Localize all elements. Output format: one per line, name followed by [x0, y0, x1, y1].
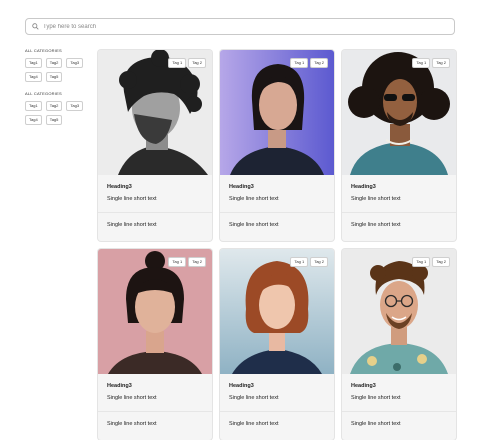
card-tag[interactable]: Tag 2 [188, 257, 206, 267]
category-tag[interactable]: Tag3 [66, 58, 84, 68]
card-heading: Heading3 [107, 184, 132, 190]
card-tag[interactable]: Tag 2 [432, 58, 450, 68]
profile-card[interactable]: Tag 1 Tag 2 Heading3 Single line short t… [342, 249, 456, 440]
category-tag[interactable]: Tag5 [45, 72, 63, 82]
category-sidebar: ALL CATEGORIES Tag1 Tag2 Tag3 Tag4 Tag5 … [25, 48, 87, 134]
card-photo: Tag 1 Tag 2 [342, 50, 456, 175]
profile-card[interactable]: Tag 1 Tag 2 Heading3 Single line short t… [98, 50, 212, 241]
category-group: ALL CATEGORIES Tag1 Tag2 Tag3 Tag4 Tag5 [25, 48, 87, 82]
card-grid: Tag 1 Tag 2 Heading3 Single line short t… [98, 50, 456, 440]
card-text: Single line short text [229, 421, 279, 427]
category-tag[interactable]: Tag5 [45, 115, 63, 125]
card-divider [342, 411, 456, 412]
category-title: ALL CATEGORIES [25, 48, 62, 53]
card-text: Single line short text [351, 222, 401, 228]
card-divider [342, 212, 456, 213]
card-photo: Tag 1 Tag 2 [342, 249, 456, 374]
category-tag[interactable]: Tag3 [66, 101, 84, 111]
card-heading: Heading3 [351, 184, 376, 190]
card-photo: Tag 1 Tag 2 [98, 249, 212, 374]
search-bar[interactable] [25, 18, 455, 35]
card-divider [220, 411, 334, 412]
card-heading: Heading3 [229, 184, 254, 190]
profile-card[interactable]: Tag 1 Tag 2 Heading3 Single line short t… [220, 249, 334, 440]
card-tag[interactable]: Tag 1 [290, 58, 309, 68]
category-tag[interactable]: Tag1 [25, 101, 42, 111]
category-tag[interactable]: Tag2 [45, 58, 63, 68]
category-title: ALL CATEGORIES [25, 91, 62, 96]
card-text: Single line short text [351, 395, 401, 401]
category-tag[interactable]: Tag4 [25, 115, 42, 125]
card-tag[interactable]: Tag 2 [310, 58, 328, 68]
card-text: Single line short text [229, 222, 279, 228]
card-divider [98, 212, 212, 213]
card-tag[interactable]: Tag 2 [310, 257, 328, 267]
card-tag[interactable]: Tag 1 [168, 257, 187, 267]
card-heading: Heading3 [351, 383, 376, 389]
card-tag[interactable]: Tag 1 [168, 58, 187, 68]
card-tag[interactable]: Tag 2 [432, 257, 450, 267]
profile-card[interactable]: Tag 1 Tag 2 Heading3 Single line short t… [98, 249, 212, 440]
card-divider [98, 411, 212, 412]
search-input[interactable] [43, 23, 423, 30]
card-text: Single line short text [107, 421, 157, 427]
category-tag[interactable]: Tag4 [25, 72, 42, 82]
card-heading: Heading3 [107, 383, 132, 389]
card-photo: Tag 1 Tag 2 [98, 50, 212, 175]
card-tag[interactable]: Tag 2 [188, 58, 206, 68]
card-text: Single line short text [107, 222, 157, 228]
card-divider [220, 212, 334, 213]
card-text: Single line short text [351, 196, 401, 202]
card-tag[interactable]: Tag 1 [290, 257, 309, 267]
category-tag[interactable]: Tag1 [25, 58, 42, 68]
card-text: Single line short text [107, 395, 157, 401]
card-photo: Tag 1 Tag 2 [220, 50, 334, 175]
profile-card[interactable]: Tag 1 Tag 2 Heading3 Single line short t… [342, 50, 456, 241]
card-photo: Tag 1 Tag 2 [220, 249, 334, 374]
category-group: ALL CATEGORIES Tag1 Tag2 Tag3 Tag4 Tag5 [25, 91, 87, 125]
card-text: Single line short text [351, 421, 401, 427]
card-text: Single line short text [107, 196, 157, 202]
card-tag[interactable]: Tag 1 [412, 58, 431, 68]
category-tag[interactable]: Tag2 [45, 101, 63, 111]
card-text: Single line short text [229, 395, 279, 401]
profile-card[interactable]: Tag 1 Tag 2 Heading3 Single line short t… [220, 50, 334, 241]
card-heading: Heading3 [229, 383, 254, 389]
card-text: Single line short text [229, 196, 279, 202]
card-tag[interactable]: Tag 1 [412, 257, 431, 267]
search-icon [32, 23, 39, 30]
